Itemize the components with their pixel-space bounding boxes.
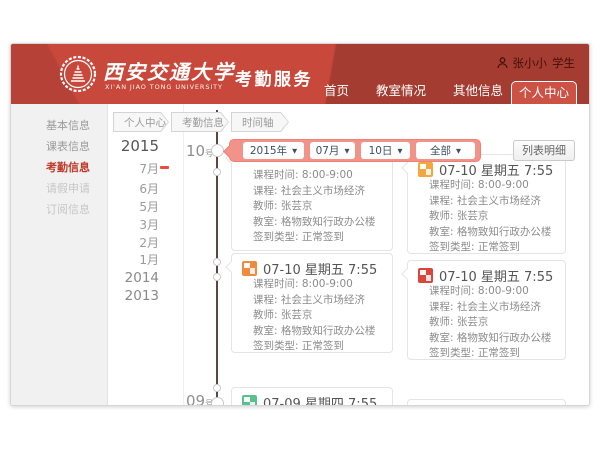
scale-month-mar[interactable]: 3月 [139,218,159,232]
attendance-card-clipped[interactable] [407,399,566,406]
scale-month-may[interactable]: 5月 [139,200,159,214]
breadcrumb-timeline[interactable]: 时间轴 [231,112,289,132]
sidebar-item-subscription-info[interactable]: 订阅信息 [11,199,107,220]
timeline-node-day09 [211,397,224,406]
current-month-tick [160,166,169,169]
attendance-stamp-deep-orange-icon [242,261,257,276]
scale-month-feb[interactable]: 2月 [139,236,159,250]
day-marker-10: 10号 [186,141,213,160]
card-row-course-time: 课程时间: 8:00-9:00 [418,178,555,194]
app-header: 西安交通大学 XI'AN JIAO TONG UNIVERSITY 考勤服务 张… [11,44,589,104]
date-filter-bar: 2015年▼ 07月▼ 10日▼ 全部▼ [229,139,481,162]
card-header: 07-10 星期五 7:55 [418,160,555,178]
chevron-down-icon: ▼ [456,147,461,155]
day-dropdown[interactable]: 10日▼ [361,142,410,159]
scale-month-jan[interactable]: 1月 [139,253,159,267]
user-icon [497,57,508,69]
user-info[interactable]: 张小小 学生 [497,55,576,71]
card-row-course-time: 课程时间: 8:00-9:00 [418,284,555,300]
card-row-classroom: 教室: 格物致知行政办公楼 [418,331,555,347]
sidebar-item-schedule-info[interactable]: 课表信息 [11,136,107,157]
card-row-course: 课程: 社会主义市场经济 [418,300,555,316]
attendance-card[interactable]: 07-10 星期五 7:55 课程时间: 8:00-9:00 课程: 社会主义市… [407,154,566,254]
attendance-stamp-red-icon [418,268,433,283]
card-pointer [401,268,412,279]
breadcrumb-attendance-info[interactable]: 考勤信息 [171,112,229,132]
attendance-card-clipped[interactable]: 07-09 星期四 7:55 [231,387,393,406]
timeline-year-scale: 2015 7月 6月 5月 3月 2月 1月 2014 2013 [108,104,184,406]
filter-bar-pointer [223,145,236,158]
card-row-signin-type: 签到类型: 正常签到 [418,240,555,256]
list-detail-button[interactable]: 列表明细 [513,140,575,161]
year-dropdown[interactable]: 2015年▼ [243,142,304,159]
university-name-cn: 西安交通大学 [103,56,235,85]
card-row-course: 课程: 社会主义市场经济 [242,293,382,309]
timeline-node-day10 [211,144,224,157]
nav-item-classrooms[interactable]: 教室情况 [376,80,426,99]
sidebar-item-attendance-info-active[interactable]: 考勤信息 [11,157,107,178]
user-name: 张小小 [513,55,548,71]
sidebar-item-leave-request[interactable]: 请假申请 [11,178,107,199]
nav-item-other-info[interactable]: 其他信息 [453,80,503,99]
type-dropdown[interactable]: 全部▼ [416,142,475,159]
timeline-node [213,273,221,281]
timeline-node [213,258,221,266]
timeline-node [213,384,221,392]
attendance-card[interactable]: 07-10 星期五 7:55 课程时间: 8:00-9:00 课程: 社会主义市… [231,253,393,353]
nav-item-home[interactable]: 首页 [324,80,349,99]
card-row-course-time: 课程时间: 8:00-9:00 [242,277,382,293]
scale-year-2014[interactable]: 2014 [125,271,159,285]
attendance-stamp-green-icon [242,395,257,407]
card-header: 07-10 星期五 7:55 [418,266,555,284]
scale-month-jul[interactable]: 7月 [139,162,159,176]
sidebar-menu: 基本信息 课表信息 考勤信息 请假申请 订阅信息 [11,104,108,406]
card-pointer [401,162,412,173]
day-marker-09: 09号 [186,391,213,406]
card-header: 07-09 星期四 7:55 [242,393,382,406]
chevron-down-icon: ▼ [397,147,402,155]
chevron-down-icon: ▼ [292,147,297,155]
card-row-teacher: 教师: 张芸京 [242,308,382,324]
scale-year-2013[interactable]: 2013 [125,289,159,303]
card-row-signin-type: 签到类型: 正常签到 [242,230,382,246]
timeline-node [213,168,221,176]
attendance-stamp-orange-icon [418,162,433,177]
card-row-teacher: 教师: 张芸京 [418,209,555,225]
attendance-card[interactable]: 07-10 星期五 7:55 课程时间: 8:00-9:00 课程: 社会主义市… [407,260,566,360]
card-header: 07-10 星期五 7:55 [242,259,382,277]
card-row-classroom: 教室: 格物致知行政办公楼 [418,225,555,241]
chevron-down-icon: ▼ [344,147,349,155]
app-title: 考勤服务 [235,65,313,90]
scale-month-jun[interactable]: 6月 [139,182,159,196]
card-pointer [225,261,236,272]
university-name-en: XI'AN JIAO TONG UNIVERSITY [105,83,223,91]
nav-tab-personal-center-active[interactable]: 个人中心 [511,81,577,104]
card-row-classroom: 教室: 格物致知行政办公楼 [242,324,382,340]
card-row-teacher: 教师: 张芸京 [242,199,382,215]
card-row-course-time: 课程时间: 8:00-9:00 [242,168,382,184]
card-row-course: 课程: 社会主义市场经济 [242,184,382,200]
breadcrumb-personal-center[interactable]: 个人中心 [113,112,169,132]
month-dropdown[interactable]: 07月▼ [310,142,355,159]
card-row-classroom: 教室: 格物致知行政办公楼 [242,215,382,231]
sidebar-item-basic-info[interactable]: 基本信息 [11,115,107,136]
card-row-signin-type: 签到类型: 正常签到 [242,339,382,355]
top-nav: 首页 教室情况 其他信息 [324,80,503,99]
attendance-app-window: 西安交通大学 XI'AN JIAO TONG UNIVERSITY 考勤服务 张… [10,43,590,406]
university-logo-icon [59,55,97,93]
scale-year-2015[interactable]: 2015 [121,139,159,153]
card-row-course: 课程: 社会主义市场经济 [418,194,555,210]
card-row-teacher: 教师: 张芸京 [418,315,555,331]
user-role: 学生 [552,55,575,71]
card-row-signin-type: 签到类型: 正常签到 [418,346,555,362]
